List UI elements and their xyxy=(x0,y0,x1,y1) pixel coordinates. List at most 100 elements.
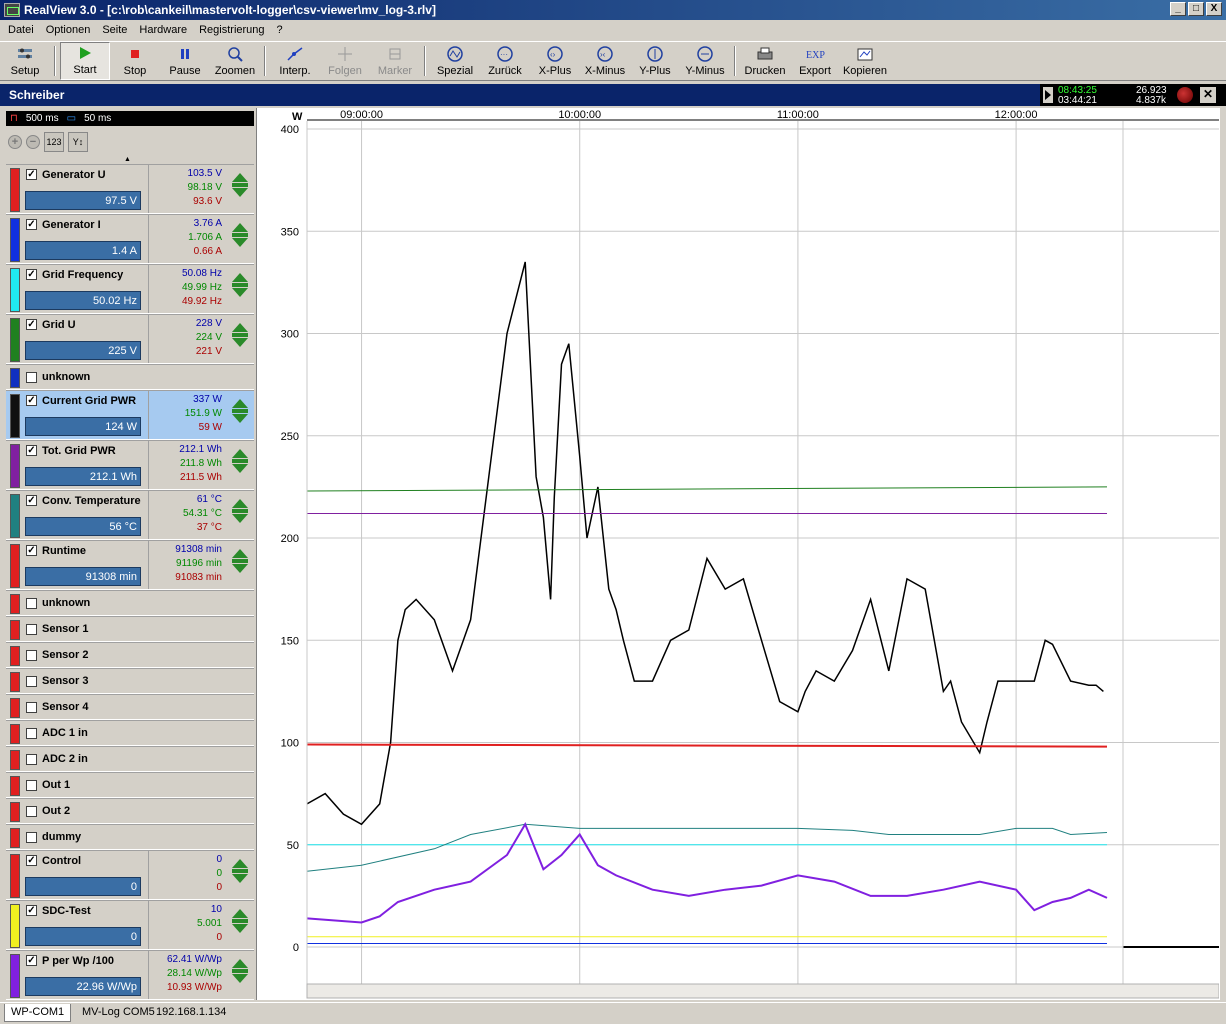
channel-color-swatch[interactable] xyxy=(10,854,20,898)
channel-checkbox[interactable] xyxy=(26,754,37,765)
channel-checkbox[interactable]: ✓ xyxy=(26,905,37,916)
channel-color-swatch[interactable] xyxy=(10,444,20,488)
y-minus-button[interactable]: Y-Minus xyxy=(680,42,730,80)
back-button[interactable]: ··· Zurück xyxy=(480,42,530,80)
remove-channel-icon[interactable]: − xyxy=(26,135,40,149)
channel-row[interactable]: unknown xyxy=(6,590,254,616)
menu-datei[interactable]: Datei xyxy=(2,24,40,36)
interp-button[interactable]: Interp. xyxy=(270,42,320,80)
channel-checkbox[interactable]: ✓ xyxy=(26,219,37,230)
menu-help[interactable]: ? xyxy=(271,24,289,36)
follow-button[interactable]: Folgen xyxy=(320,42,370,80)
channel-color-swatch[interactable] xyxy=(10,672,20,692)
channel-row[interactable]: ✓ Grid U 225 V 228 V 224 V 221 V xyxy=(6,314,254,364)
channel-color-swatch[interactable] xyxy=(10,698,20,718)
play-small-icon[interactable] xyxy=(1043,87,1053,103)
channel-row[interactable]: ADC 2 in xyxy=(6,746,254,772)
channel-checkbox[interactable] xyxy=(26,372,37,383)
menu-hardware[interactable]: Hardware xyxy=(133,24,193,36)
y-plus-button[interactable]: Y-Plus xyxy=(630,42,680,80)
x-plus-button[interactable]: ‹› X-Plus xyxy=(530,42,580,80)
channel-row[interactable]: ✓ Current Grid PWR 124 W 337 W 151.9 W 59 W xyxy=(6,390,254,440)
channel-checkbox[interactable]: ✓ xyxy=(26,545,37,556)
status-tab-wp-com1[interactable]: WP-COM1 xyxy=(4,1004,72,1022)
channel-row[interactable]: Out 2 xyxy=(6,798,254,824)
channel-color-swatch[interactable] xyxy=(10,268,20,312)
channel-row[interactable]: dummy xyxy=(6,824,254,850)
channel-checkbox[interactable] xyxy=(26,702,37,713)
channel-checkbox[interactable] xyxy=(26,728,37,739)
special-button[interactable]: Spezial xyxy=(430,42,480,80)
channel-color-swatch[interactable] xyxy=(10,776,20,796)
channel-scale-arrows-icon[interactable] xyxy=(232,273,248,303)
channel-color-swatch[interactable] xyxy=(10,594,20,614)
channel-color-swatch[interactable] xyxy=(10,954,20,998)
channel-color-swatch[interactable] xyxy=(10,544,20,588)
menu-registrierung[interactable]: Registrierung xyxy=(193,24,270,36)
channel-color-swatch[interactable] xyxy=(10,724,20,744)
recorder-chart[interactable]: 400 350 300 250 200 150 100 50 0 W 09:00:00 10:00:0… xyxy=(257,108,1220,1000)
channel-row[interactable]: ✓ Generator U 97.5 V 103.5 V 98.18 V 93.6 V xyxy=(6,164,254,214)
status-tab-mv-log[interactable]: MV-Log COM5 xyxy=(76,1004,161,1022)
setup-button[interactable]: Setup xyxy=(0,42,50,80)
channel-row[interactable]: ✓ P per Wp /100 22.96 W/Wp 62.41 W/Wp 28.14 … xyxy=(6,950,254,1000)
channel-checkbox[interactable] xyxy=(26,598,37,609)
channel-color-swatch[interactable] xyxy=(10,828,20,848)
channel-scale-arrows-icon[interactable] xyxy=(232,449,248,479)
add-channel-icon[interactable]: + xyxy=(8,135,22,149)
channel-scale-arrows-icon[interactable] xyxy=(232,399,248,429)
menu-seite[interactable]: Seite xyxy=(96,24,133,36)
channel-color-swatch[interactable] xyxy=(10,904,20,948)
channel-row[interactable]: ✓ SDC-Test 0 10 5.001 0 xyxy=(6,900,254,950)
channel-row[interactable]: ✓ Grid Frequency 50.02 Hz 50.08 Hz 49.99 Hz 4… xyxy=(6,264,254,314)
minimize-button[interactable]: _ xyxy=(1170,2,1186,16)
vertical-scrollbar[interactable] xyxy=(1219,108,1226,1000)
channel-color-swatch[interactable] xyxy=(10,750,20,770)
export-button[interactable]: EXP Export xyxy=(790,42,840,80)
print-button[interactable]: Drucken xyxy=(740,42,790,80)
pause-button[interactable]: Pause xyxy=(160,42,210,80)
channel-checkbox[interactable] xyxy=(26,806,37,817)
x-minus-button[interactable]: ›‹ X-Minus xyxy=(580,42,630,80)
channel-row[interactable]: ✓ Control 0 0 0 0 xyxy=(6,850,254,900)
maximize-button[interactable]: □ xyxy=(1188,2,1204,16)
schreiber-close-button[interactable]: ✕ xyxy=(1200,87,1216,103)
channel-scale-arrows-icon[interactable] xyxy=(232,549,248,579)
stop-button[interactable]: Stop xyxy=(110,42,160,80)
y-axis-icon[interactable]: Y↕ xyxy=(68,132,88,152)
channel-color-swatch[interactable] xyxy=(10,494,20,538)
zoom-button[interactable]: Zoomen xyxy=(210,42,260,80)
channel-checkbox[interactable] xyxy=(26,676,37,687)
channel-checkbox[interactable] xyxy=(26,650,37,661)
channel-row[interactable]: ✓ Generator I 1.4 A 3.76 A 1.706 A 0.66 A xyxy=(6,214,254,264)
channel-row[interactable]: Sensor 2 xyxy=(6,642,254,668)
channel-scale-arrows-icon[interactable] xyxy=(232,499,248,529)
channel-color-swatch[interactable] xyxy=(10,620,20,640)
channel-row[interactable]: Sensor 1 xyxy=(6,616,254,642)
channel-scale-arrows-icon[interactable] xyxy=(232,909,248,939)
menu-optionen[interactable]: Optionen xyxy=(40,24,97,36)
channel-row[interactable]: Out 1 xyxy=(6,772,254,798)
channel-row[interactable]: unknown xyxy=(6,364,254,390)
channel-row[interactable]: ✓ Runtime 91308 min 91308 min 91196 min 91083… xyxy=(6,540,254,590)
channel-scale-arrows-icon[interactable] xyxy=(232,223,248,253)
channel-color-swatch[interactable] xyxy=(10,646,20,666)
channel-row[interactable]: Sensor 3 xyxy=(6,668,254,694)
sort-caret-icon[interactable]: ▲ xyxy=(124,156,131,163)
channel-checkbox[interactable]: ✓ xyxy=(26,269,37,280)
channel-checkbox[interactable]: ✓ xyxy=(26,395,37,406)
channel-color-swatch[interactable] xyxy=(10,394,20,438)
channel-scale-arrows-icon[interactable] xyxy=(232,959,248,989)
channel-color-swatch[interactable] xyxy=(10,168,20,212)
channel-row[interactable]: ADC 1 in xyxy=(6,720,254,746)
channel-color-swatch[interactable] xyxy=(10,802,20,822)
channel-checkbox[interactable]: ✓ xyxy=(26,955,37,966)
channel-checkbox[interactable] xyxy=(26,832,37,843)
digits-icon[interactable]: 123 xyxy=(44,132,64,152)
channel-checkbox[interactable]: ✓ xyxy=(26,319,37,330)
channel-scale-arrows-icon[interactable] xyxy=(232,323,248,353)
channel-row[interactable]: Sensor 4 xyxy=(6,694,254,720)
channel-checkbox[interactable] xyxy=(26,780,37,791)
channel-color-swatch[interactable] xyxy=(10,318,20,362)
copy-button[interactable]: Kopieren xyxy=(840,42,890,80)
